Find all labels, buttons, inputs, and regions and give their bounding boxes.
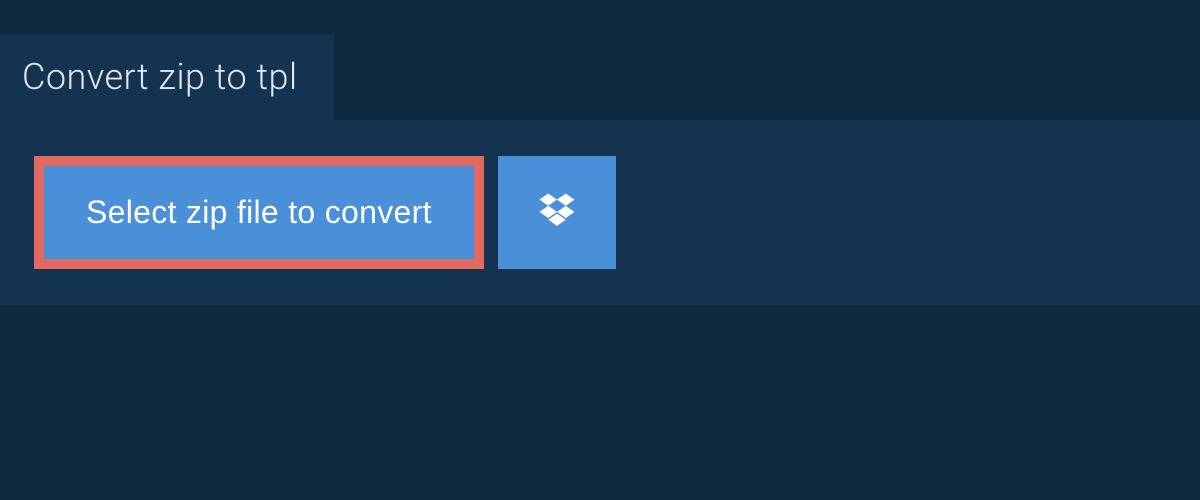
dropbox-icon xyxy=(536,190,578,235)
button-row: Select zip file to convert xyxy=(34,156,1166,269)
page-header: Convert zip to tpl xyxy=(0,34,334,120)
dropbox-button[interactable] xyxy=(498,156,616,269)
upload-panel: Select zip file to convert xyxy=(0,120,1200,305)
page-title: Convert zip to tpl xyxy=(22,56,298,98)
select-file-label: Select zip file to convert xyxy=(86,194,432,231)
select-file-button[interactable]: Select zip file to convert xyxy=(34,156,484,269)
